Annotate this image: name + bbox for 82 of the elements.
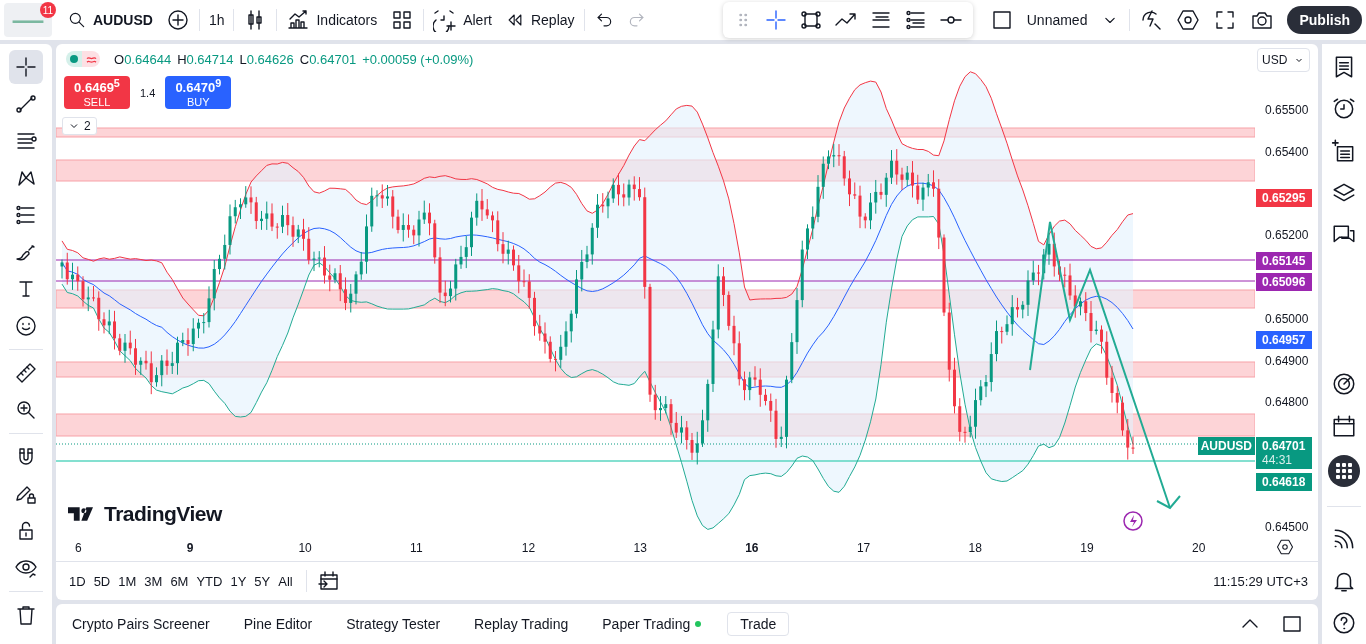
range-button[interactable]: 3M <box>141 570 166 592</box>
trade-button[interactable]: Trade <box>727 612 790 636</box>
status-dot <box>695 621 702 627</box>
price-tick: 0.65200 <box>1265 228 1309 242</box>
time-label: 6 <box>75 541 82 555</box>
symbol-search-button[interactable]: AUDUSD <box>63 6 157 34</box>
time-label: 12 <box>521 541 536 555</box>
clock-time: 11:15:29 UTC+3 <box>1213 573 1308 589</box>
indicators-icon <box>286 8 311 32</box>
time-label: 16 <box>745 541 759 555</box>
range-button[interactable]: All <box>275 570 296 592</box>
panel-tab[interactable]: Pine Editor <box>235 612 321 636</box>
range-button[interactable]: 1Y <box>227 570 250 592</box>
price-tick: 0.64900 <box>1265 354 1309 368</box>
price-tick: 0.64500 <box>1265 520 1309 534</box>
trend-line-icon <box>14 92 38 116</box>
panel-tab[interactable]: Paper Trading <box>594 612 710 636</box>
publish-button[interactable]: Publish <box>1287 6 1362 34</box>
rectangle-icon[interactable] <box>798 8 823 32</box>
alert-button[interactable]: Alert <box>429 4 496 36</box>
ohlc-value: H0.64714 <box>177 51 234 67</box>
price-tick: 0.65000 <box>1265 312 1309 326</box>
symbol-label: AUDUSD <box>1197 437 1255 455</box>
price-tick: 0.65500 <box>1265 103 1309 117</box>
price-tick: 0.64800 <box>1265 395 1309 409</box>
lines-dots-icon[interactable] <box>903 8 928 32</box>
interval-button[interactable]: 1h <box>204 8 229 32</box>
ruler-icon <box>14 361 38 385</box>
crosshair-icon <box>14 55 38 79</box>
visibility-toggle[interactable] <box>66 51 100 67</box>
price-change: +0.00059 (+0.09%) <box>362 51 474 67</box>
panel-tab[interactable]: Replay Trading <box>466 612 577 636</box>
panel-tab[interactable]: Strategy Tester <box>338 612 449 636</box>
notification-badge: 11 <box>40 2 56 18</box>
trash-icon <box>14 603 38 627</box>
selected-tool-button[interactable] <box>9 50 43 84</box>
time-label: 13 <box>633 541 647 555</box>
range-button[interactable]: 1D <box>66 570 89 592</box>
time-label: 9 <box>186 541 194 555</box>
crosshair-icon[interactable] <box>763 8 788 32</box>
panel-tab[interactable]: Crypto Pairs Screener <box>64 612 218 636</box>
indicators-collapse-button[interactable]: 2 <box>62 117 97 135</box>
time-label: 20 <box>1192 541 1206 555</box>
range-button[interactable]: 5D <box>90 570 114 592</box>
replay-button[interactable]: Replay <box>500 6 579 34</box>
price-tag: 0.64957 <box>1256 331 1312 349</box>
ohlc-value: L0.64626 <box>239 51 294 67</box>
range-button[interactable]: YTD <box>193 570 226 592</box>
help-icon[interactable] <box>1331 610 1357 636</box>
lines-dots-icon <box>14 203 38 227</box>
time-label: 17 <box>856 541 871 555</box>
range-button[interactable]: 5Y <box>251 570 274 592</box>
price-tag: 0.64701 44:31 <box>1256 437 1312 469</box>
indicators-button[interactable]: Indicators <box>282 4 382 36</box>
time-label: 18 <box>968 541 982 555</box>
lightning-icon[interactable] <box>1122 510 1144 532</box>
price-tag: 0.64618 <box>1256 473 1312 491</box>
spread-value: 1.4 <box>140 86 156 99</box>
currency-dropdown[interactable]: USD <box>1257 48 1310 72</box>
buy-button[interactable]: 0.6470$^{9}$ BUY <box>165 76 232 109</box>
calendar-icon[interactable] <box>1331 413 1357 439</box>
range-button[interactable]: 6M <box>167 570 192 592</box>
time-label: 19 <box>1080 541 1094 555</box>
calendar-arrow-icon[interactable] <box>316 569 341 593</box>
layout-name-button[interactable]: Unnamed <box>1022 8 1092 32</box>
ohlc-value: C0.64701 <box>299 51 357 67</box>
wave-icon <box>85 54 97 64</box>
price-tag: 0.65096 <box>1256 273 1312 291</box>
search-icon <box>67 10 87 30</box>
brand-name: TradingView <box>104 502 222 526</box>
apps-icon[interactable] <box>1328 455 1360 487</box>
time-label: 11 <box>410 541 423 555</box>
ohlc-value: O0.64644 <box>114 51 172 67</box>
settings-icon[interactable] <box>1276 538 1294 556</box>
price-tick: 0.65400 <box>1265 145 1309 159</box>
sell-button[interactable]: 0.6469$^{5}$ SELL <box>64 76 130 109</box>
time-label: 10 <box>298 541 312 555</box>
price-tag: 0.65295 <box>1256 189 1312 207</box>
price-tag: 0.65145 <box>1256 252 1312 270</box>
target-icon[interactable] <box>1331 371 1357 397</box>
range-button[interactable]: 1M <box>115 570 140 592</box>
smiley-icon <box>14 314 38 338</box>
